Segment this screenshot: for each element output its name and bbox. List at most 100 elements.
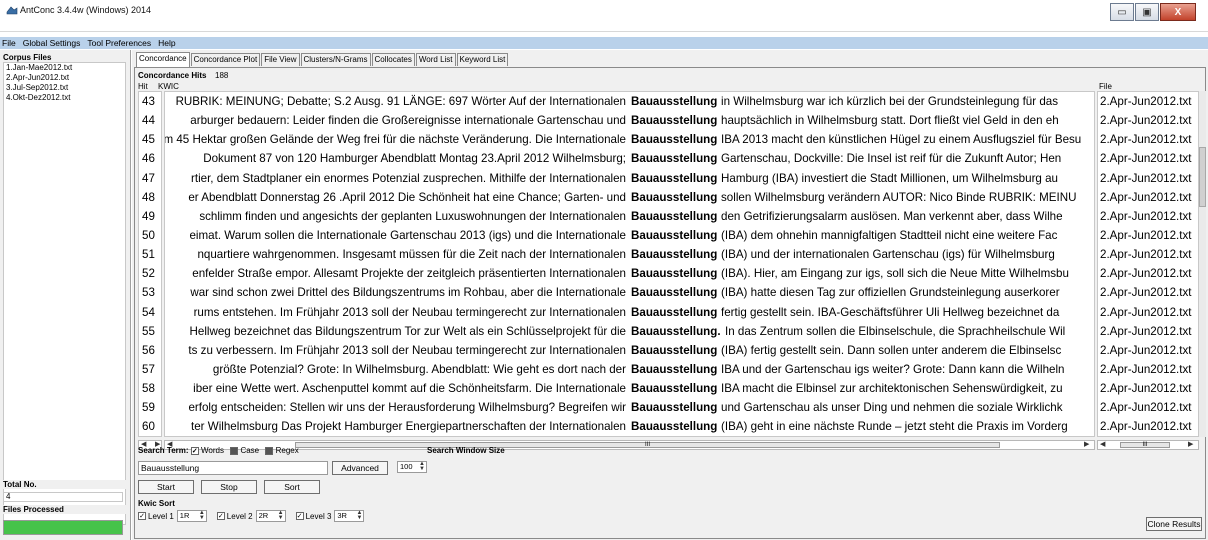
file-name-cell[interactable]: 2.Apr-Jun2012.txt <box>1098 149 1198 168</box>
kwic-node-word[interactable]: Bauausstellung <box>631 417 717 436</box>
hit-number[interactable]: 56 <box>139 341 161 360</box>
hit-number[interactable]: 49 <box>139 207 161 226</box>
kwic-row[interactable]: Hellweg bezeichnet das Bildungszentrum T… <box>165 322 1094 341</box>
file-name-cell[interactable]: 2.Apr-Jun2012.txt <box>1098 283 1198 302</box>
kwic-row[interactable]: erfolg entscheiden: Stellen wir uns der … <box>165 398 1094 417</box>
hit-number[interactable]: 44 <box>139 111 161 130</box>
hit-number[interactable]: 55 <box>139 322 161 341</box>
tab-clusters-ngrams[interactable]: Clusters/N-Grams <box>300 53 371 66</box>
kwic-results-list[interactable]: RUBRIK: MEINUNG; Debatte; S.2 Ausg. 91 L… <box>164 91 1095 437</box>
file-name-cell[interactable]: 2.Apr-Jun2012.txt <box>1098 169 1198 188</box>
tab-keyword-list[interactable]: Keyword List <box>456 53 509 66</box>
file-name-cell[interactable]: 2.Apr-Jun2012.txt <box>1098 398 1198 417</box>
scroll-right-arrow-icon[interactable]: ▶ <box>1188 441 1193 449</box>
hit-number[interactable]: 58 <box>139 379 161 398</box>
column-header-kwic[interactable]: KWIC <box>158 82 179 91</box>
kwic-row[interactable]: schlimm finden und angesichts der geplan… <box>165 207 1094 226</box>
kwic-node-word[interactable]: Bauausstellung <box>631 341 717 360</box>
search-window-size-stepper[interactable]: 100 ▲ ▼ <box>397 461 427 473</box>
start-button[interactable]: Start <box>138 480 194 494</box>
horizontal-scroll-thumb[interactable]: III <box>295 442 1000 448</box>
hit-number[interactable]: 51 <box>139 245 161 264</box>
kwic-row[interactable]: Dokument 87 von 120 Hamburger Abendblatt… <box>165 149 1094 168</box>
scroll-right-arrow-icon[interactable]: ▶ <box>1084 441 1089 449</box>
level-1-checkbox[interactable]: ✓ <box>138 512 146 520</box>
kwic-row[interactable]: er Abendblatt Donnerstag 26 .April 2012 … <box>165 188 1094 207</box>
kwic-node-word[interactable]: Bauausstellung <box>631 169 717 188</box>
hit-number[interactable]: 46 <box>139 149 161 168</box>
hit-number[interactable]: 53 <box>139 283 161 302</box>
kwic-row[interactable]: eimat. Warum sollen die Internationale G… <box>165 226 1094 245</box>
hit-number[interactable]: 48 <box>139 188 161 207</box>
kwic-node-word[interactable]: Bauausstellung <box>631 207 717 226</box>
kwic-node-word[interactable]: Bauausstellung. <box>631 322 721 341</box>
file-name-cell[interactable]: 2.Apr-Jun2012.txt <box>1098 360 1198 379</box>
hit-number[interactable]: 45 <box>139 130 161 149</box>
file-name-cell[interactable]: 2.Apr-Jun2012.txt <box>1098 303 1198 322</box>
hit-number[interactable]: 50 <box>139 226 161 245</box>
horizontal-scroll-thumb[interactable]: III <box>1120 442 1170 448</box>
kwic-node-word[interactable]: Bauausstellung <box>631 398 717 417</box>
corpus-file-item[interactable]: 1.Jan-Mae2012.txt <box>4 63 125 73</box>
corpus-file-item[interactable]: 3.Jul-Sep2012.txt <box>4 83 125 93</box>
corpus-file-item[interactable]: 4.Okt-Dez2012.txt <box>4 93 125 103</box>
menu-tool-preferences[interactable]: Tool Preferences <box>87 38 151 48</box>
maximize-button[interactable]: ▣ <box>1135 3 1159 21</box>
kwic-horizontal-scrollbar[interactable]: ◀ III ▶ <box>164 440 1095 450</box>
level-3-checkbox[interactable]: ✓ <box>295 512 304 520</box>
kwic-node-word[interactable]: Bauausstellung <box>631 226 717 245</box>
hit-number[interactable]: 47 <box>139 169 161 188</box>
hit-number[interactable]: 60 <box>139 417 161 436</box>
corpus-file-list[interactable]: 1.Jan-Mae2012.txt 2.Apr-Jun2012.txt 3.Ju… <box>3 62 126 525</box>
kwic-node-word[interactable]: Bauausstellung <box>631 303 717 322</box>
file-name-cell[interactable]: 2.Apr-Jun2012.txt <box>1098 341 1198 360</box>
tab-collocates[interactable]: Collocates <box>371 53 415 66</box>
kwic-node-word[interactable]: Bauausstellung <box>631 379 717 398</box>
menu-help[interactable]: Help <box>158 38 175 48</box>
kwic-row[interactable]: nquartiere wahrgenommen. Insgesamt müsse… <box>165 245 1094 264</box>
file-name-cell[interactable]: 2.Apr-Jun2012.txt <box>1098 226 1198 245</box>
case-checkbox[interactable] <box>230 446 239 455</box>
level-2-stepper[interactable]: 2R ▲ ▼ <box>255 510 286 522</box>
level-3-stepper[interactable]: 3R ▲ ▼ <box>334 510 365 522</box>
file-name-cell[interactable]: 2.Apr-Jun2012.txt <box>1098 92 1198 111</box>
stepper-arrows-icon[interactable]: ▲ ▼ <box>278 510 284 521</box>
tab-file-view[interactable]: File View <box>261 53 300 66</box>
file-horizontal-scrollbar[interactable]: ◀ III ▶ <box>1097 440 1199 450</box>
kwic-row[interactable]: ter Wilhelmsburg Das Projekt Hamburger E… <box>165 417 1094 436</box>
advanced-button[interactable]: Advanced <box>332 461 388 475</box>
corpus-file-item[interactable]: 2.Apr-Jun2012.txt <box>4 73 125 83</box>
file-name-cell[interactable]: 2.Apr-Jun2012.txt <box>1098 322 1198 341</box>
kwic-row[interactable]: war sind schon zwei Drittel des Bildungs… <box>165 283 1094 302</box>
file-name-cell[interactable]: 2.Apr-Jun2012.txt <box>1098 130 1198 149</box>
hit-number[interactable]: 52 <box>139 264 161 283</box>
close-button[interactable]: X <box>1160 3 1196 21</box>
kwic-row[interactable]: iber eine Wette wert. Aschenputtel kommt… <box>165 379 1094 398</box>
stop-button[interactable]: Stop <box>201 480 257 494</box>
level-2-checkbox[interactable]: ✓ <box>216 512 225 520</box>
kwic-node-word[interactable]: Bauausstellung <box>631 360 717 379</box>
tab-concordance-plot[interactable]: Concordance Plot <box>190 53 261 66</box>
tab-concordance[interactable]: Concordance <box>136 52 190 67</box>
sort-button[interactable]: Sort <box>264 480 320 494</box>
file-name-cell[interactable]: 2.Apr-Jun2012.txt <box>1098 417 1198 436</box>
kwic-row[interactable]: enfelder Straße empor. Allesamt Projekte… <box>165 264 1094 283</box>
kwic-row[interactable]: größte Potenzial? Grote: In Wilhelmsburg… <box>165 360 1094 379</box>
file-name-cell[interactable]: 2.Apr-Jun2012.txt <box>1098 245 1198 264</box>
kwic-row[interactable]: RUBRIK: MEINUNG; Debatte; S.2 Ausg. 91 L… <box>165 92 1094 111</box>
kwic-row[interactable]: ts zu verbessern. Im Frühjahr 2013 soll … <box>165 341 1094 360</box>
kwic-node-word[interactable]: Bauausstellung <box>631 283 717 302</box>
stepper-arrows-icon[interactable]: ▲ ▼ <box>419 461 425 472</box>
minimize-button[interactable]: ▭ <box>1110 3 1134 21</box>
kwic-node-word[interactable]: Bauausstellung <box>631 111 717 130</box>
kwic-row[interactable]: rtier, dem Stadtplaner ein enormes Poten… <box>165 169 1094 188</box>
scroll-left-arrow-icon[interactable]: ◀ <box>1100 441 1105 449</box>
kwic-node-word[interactable]: Bauausstellung <box>631 130 717 149</box>
kwic-row[interactable]: rums entstehen. Im Frühjahr 2013 soll de… <box>165 303 1094 322</box>
search-term-input[interactable]: Bauausstellung <box>138 461 328 475</box>
stepper-arrows-icon[interactable]: ▲ ▼ <box>356 510 362 521</box>
kwic-node-word[interactable]: Bauausstellung <box>631 245 717 264</box>
menu-file[interactable]: File <box>2 38 16 48</box>
column-header-hit[interactable]: Hit <box>138 82 148 91</box>
file-name-cell[interactable]: 2.Apr-Jun2012.txt <box>1098 379 1198 398</box>
